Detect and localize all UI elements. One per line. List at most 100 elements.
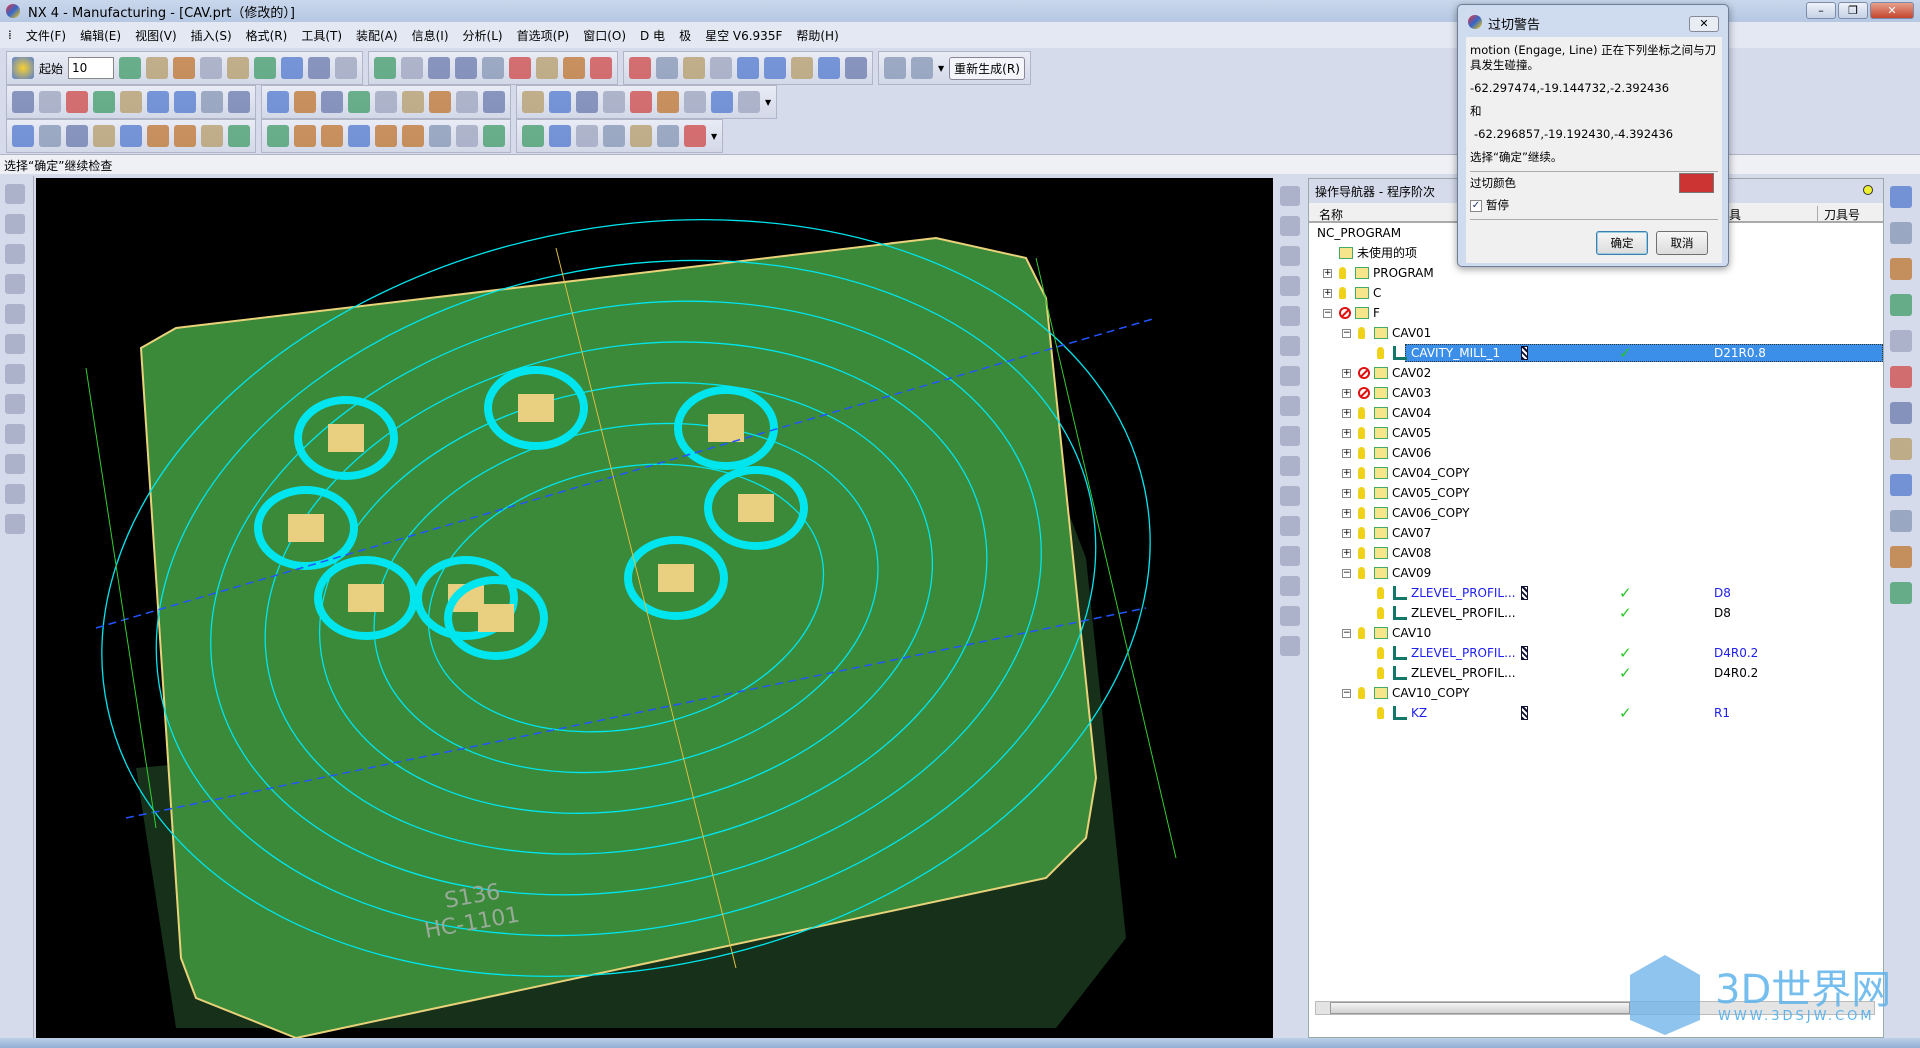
arrow-right-icon[interactable]: [120, 91, 142, 113]
menu-item[interactable]: 编辑(E): [80, 27, 121, 44]
sketch-tool-icon[interactable]: [5, 394, 25, 414]
graphics-viewport[interactable]: S136 HC-1101: [36, 178, 1273, 1040]
resource-icon[interactable]: [1280, 216, 1300, 236]
expand-icon[interactable]: +: [1342, 429, 1351, 438]
sketch-tool-icon[interactable]: [5, 184, 25, 204]
resource-icon[interactable]: [1280, 306, 1300, 326]
zoom-icon[interactable]: [254, 57, 277, 79]
gouge-color-swatch[interactable]: [1679, 173, 1714, 193]
tree-row[interactable]: + CAV05_COPY: [1309, 483, 1883, 503]
column-header-name[interactable]: 名称: [1319, 206, 1343, 223]
point-icon[interactable]: [603, 91, 625, 113]
attribute-icon[interactable]: [321, 125, 343, 147]
menu-item[interactable]: 文件(F): [26, 27, 66, 44]
pen-icon[interactable]: [375, 125, 397, 147]
sketch-tool-icon[interactable]: [5, 364, 25, 384]
tree-row[interactable]: − CAV01: [1309, 323, 1883, 343]
trim-icon[interactable]: [456, 91, 478, 113]
hole-icon[interactable]: [294, 91, 316, 113]
tree-row[interactable]: + CAV08: [1309, 543, 1883, 563]
resource-icon[interactable]: [1280, 516, 1300, 536]
shell-icon[interactable]: [375, 91, 397, 113]
training-icon[interactable]: [1890, 366, 1912, 388]
tree-row[interactable]: + CAV06: [1309, 443, 1883, 463]
toolpath-icon[interactable]: [66, 125, 88, 147]
expand-icon[interactable]: +: [1342, 409, 1351, 418]
create-tool-icon[interactable]: [764, 57, 787, 79]
expand-icon[interactable]: +: [1342, 549, 1351, 558]
dropdown-arrow-icon[interactable]: ▼: [765, 98, 771, 107]
wcs-rotate-icon[interactable]: [563, 57, 586, 79]
create-method-icon[interactable]: [818, 57, 841, 79]
solid-icon[interactable]: [711, 91, 733, 113]
resource-icon[interactable]: [1280, 186, 1300, 206]
sketch-tool-icon[interactable]: [5, 454, 25, 474]
select-filter-icon[interactable]: [710, 57, 733, 79]
restore-button[interactable]: ❐: [1838, 2, 1868, 19]
cylinder-icon[interactable]: [576, 125, 598, 147]
expand-icon[interactable]: +: [1323, 289, 1332, 298]
wcs-origin-icon[interactable]: [536, 57, 559, 79]
pause-checkbox[interactable]: ✓ 暂停: [1470, 198, 1718, 213]
sketch-tool-icon[interactable]: [5, 304, 25, 324]
chamfer-icon[interactable]: [348, 91, 370, 113]
sketch-tool-icon[interactable]: [5, 214, 25, 234]
material-icon[interactable]: [402, 125, 424, 147]
generate-icon[interactable]: [12, 125, 34, 147]
extrude-icon[interactable]: [66, 91, 88, 113]
resource-icon[interactable]: [1280, 486, 1300, 506]
output-cls-icon[interactable]: [201, 125, 223, 147]
offset-icon[interactable]: [174, 91, 196, 113]
web-browser-icon[interactable]: [1890, 330, 1912, 352]
ok-button[interactable]: 确定: [1596, 231, 1648, 255]
expand-icon[interactable]: +: [1342, 489, 1351, 498]
menu-item[interactable]: 分析(L): [463, 27, 503, 44]
dialog-close-button[interactable]: ✕: [1689, 16, 1719, 32]
print-icon[interactable]: [522, 125, 544, 147]
measure-angle-icon[interactable]: [911, 57, 934, 79]
edge-icon[interactable]: [335, 57, 358, 79]
simulate-icon[interactable]: [267, 125, 289, 147]
split-icon[interactable]: [429, 91, 451, 113]
tree-row[interactable]: + CAV03: [1309, 383, 1883, 403]
refresh-icon[interactable]: [549, 125, 571, 147]
menu-item[interactable]: 插入(S): [191, 27, 232, 44]
sketch-tool-icon[interactable]: [5, 514, 25, 534]
tree-row[interactable]: ZLEVEL_PROFIL... ✓ D4R0.2: [1309, 643, 1883, 663]
open-icon[interactable]: [146, 57, 169, 79]
pad-icon[interactable]: [483, 91, 505, 113]
expand-icon[interactable]: +: [1323, 269, 1332, 278]
checkbox-icon[interactable]: ✓: [1470, 199, 1482, 212]
shaded-icon[interactable]: [281, 57, 304, 79]
tree-row[interactable]: − CAV10_COPY: [1309, 683, 1883, 703]
wcs-save-icon[interactable]: [656, 57, 679, 79]
resource-icon[interactable]: [1280, 366, 1300, 386]
sketch-tool-icon[interactable]: [5, 334, 25, 354]
expand-icon[interactable]: +: [1342, 509, 1351, 518]
save-icon[interactable]: [173, 57, 196, 79]
expand-icon[interactable]: +: [1342, 469, 1351, 478]
resource-icon[interactable]: [1280, 336, 1300, 356]
wcs-orient-icon[interactable]: [590, 57, 613, 79]
tree-row[interactable]: KZ ✓ R1: [1309, 703, 1883, 723]
collapse-icon[interactable]: −: [1342, 569, 1351, 578]
resource-icon[interactable]: [1280, 576, 1300, 596]
reuse-icon[interactable]: [1890, 546, 1912, 568]
shop-doc-icon[interactable]: [174, 125, 196, 147]
new-icon[interactable]: [119, 57, 142, 79]
fit-icon[interactable]: [200, 57, 223, 79]
menu-item[interactable]: 工具(T): [301, 27, 342, 44]
menu-item[interactable]: 格式(R): [246, 27, 288, 44]
expand-icon[interactable]: +: [1342, 529, 1351, 538]
collapse-icon[interactable]: −: [1342, 689, 1351, 698]
help-icon[interactable]: [1890, 402, 1912, 424]
sweep-icon[interactable]: [657, 91, 679, 113]
verify-icon[interactable]: [93, 125, 115, 147]
expand-icon[interactable]: +: [1342, 449, 1351, 458]
resource-icon[interactable]: [1280, 606, 1300, 626]
static-wireframe-icon[interactable]: [374, 57, 397, 79]
collapse-icon[interactable]: −: [1342, 329, 1351, 338]
tree-row[interactable]: + CAV04: [1309, 403, 1883, 423]
system-materials-icon[interactable]: [1890, 510, 1912, 532]
arrow-left-icon[interactable]: [93, 91, 115, 113]
